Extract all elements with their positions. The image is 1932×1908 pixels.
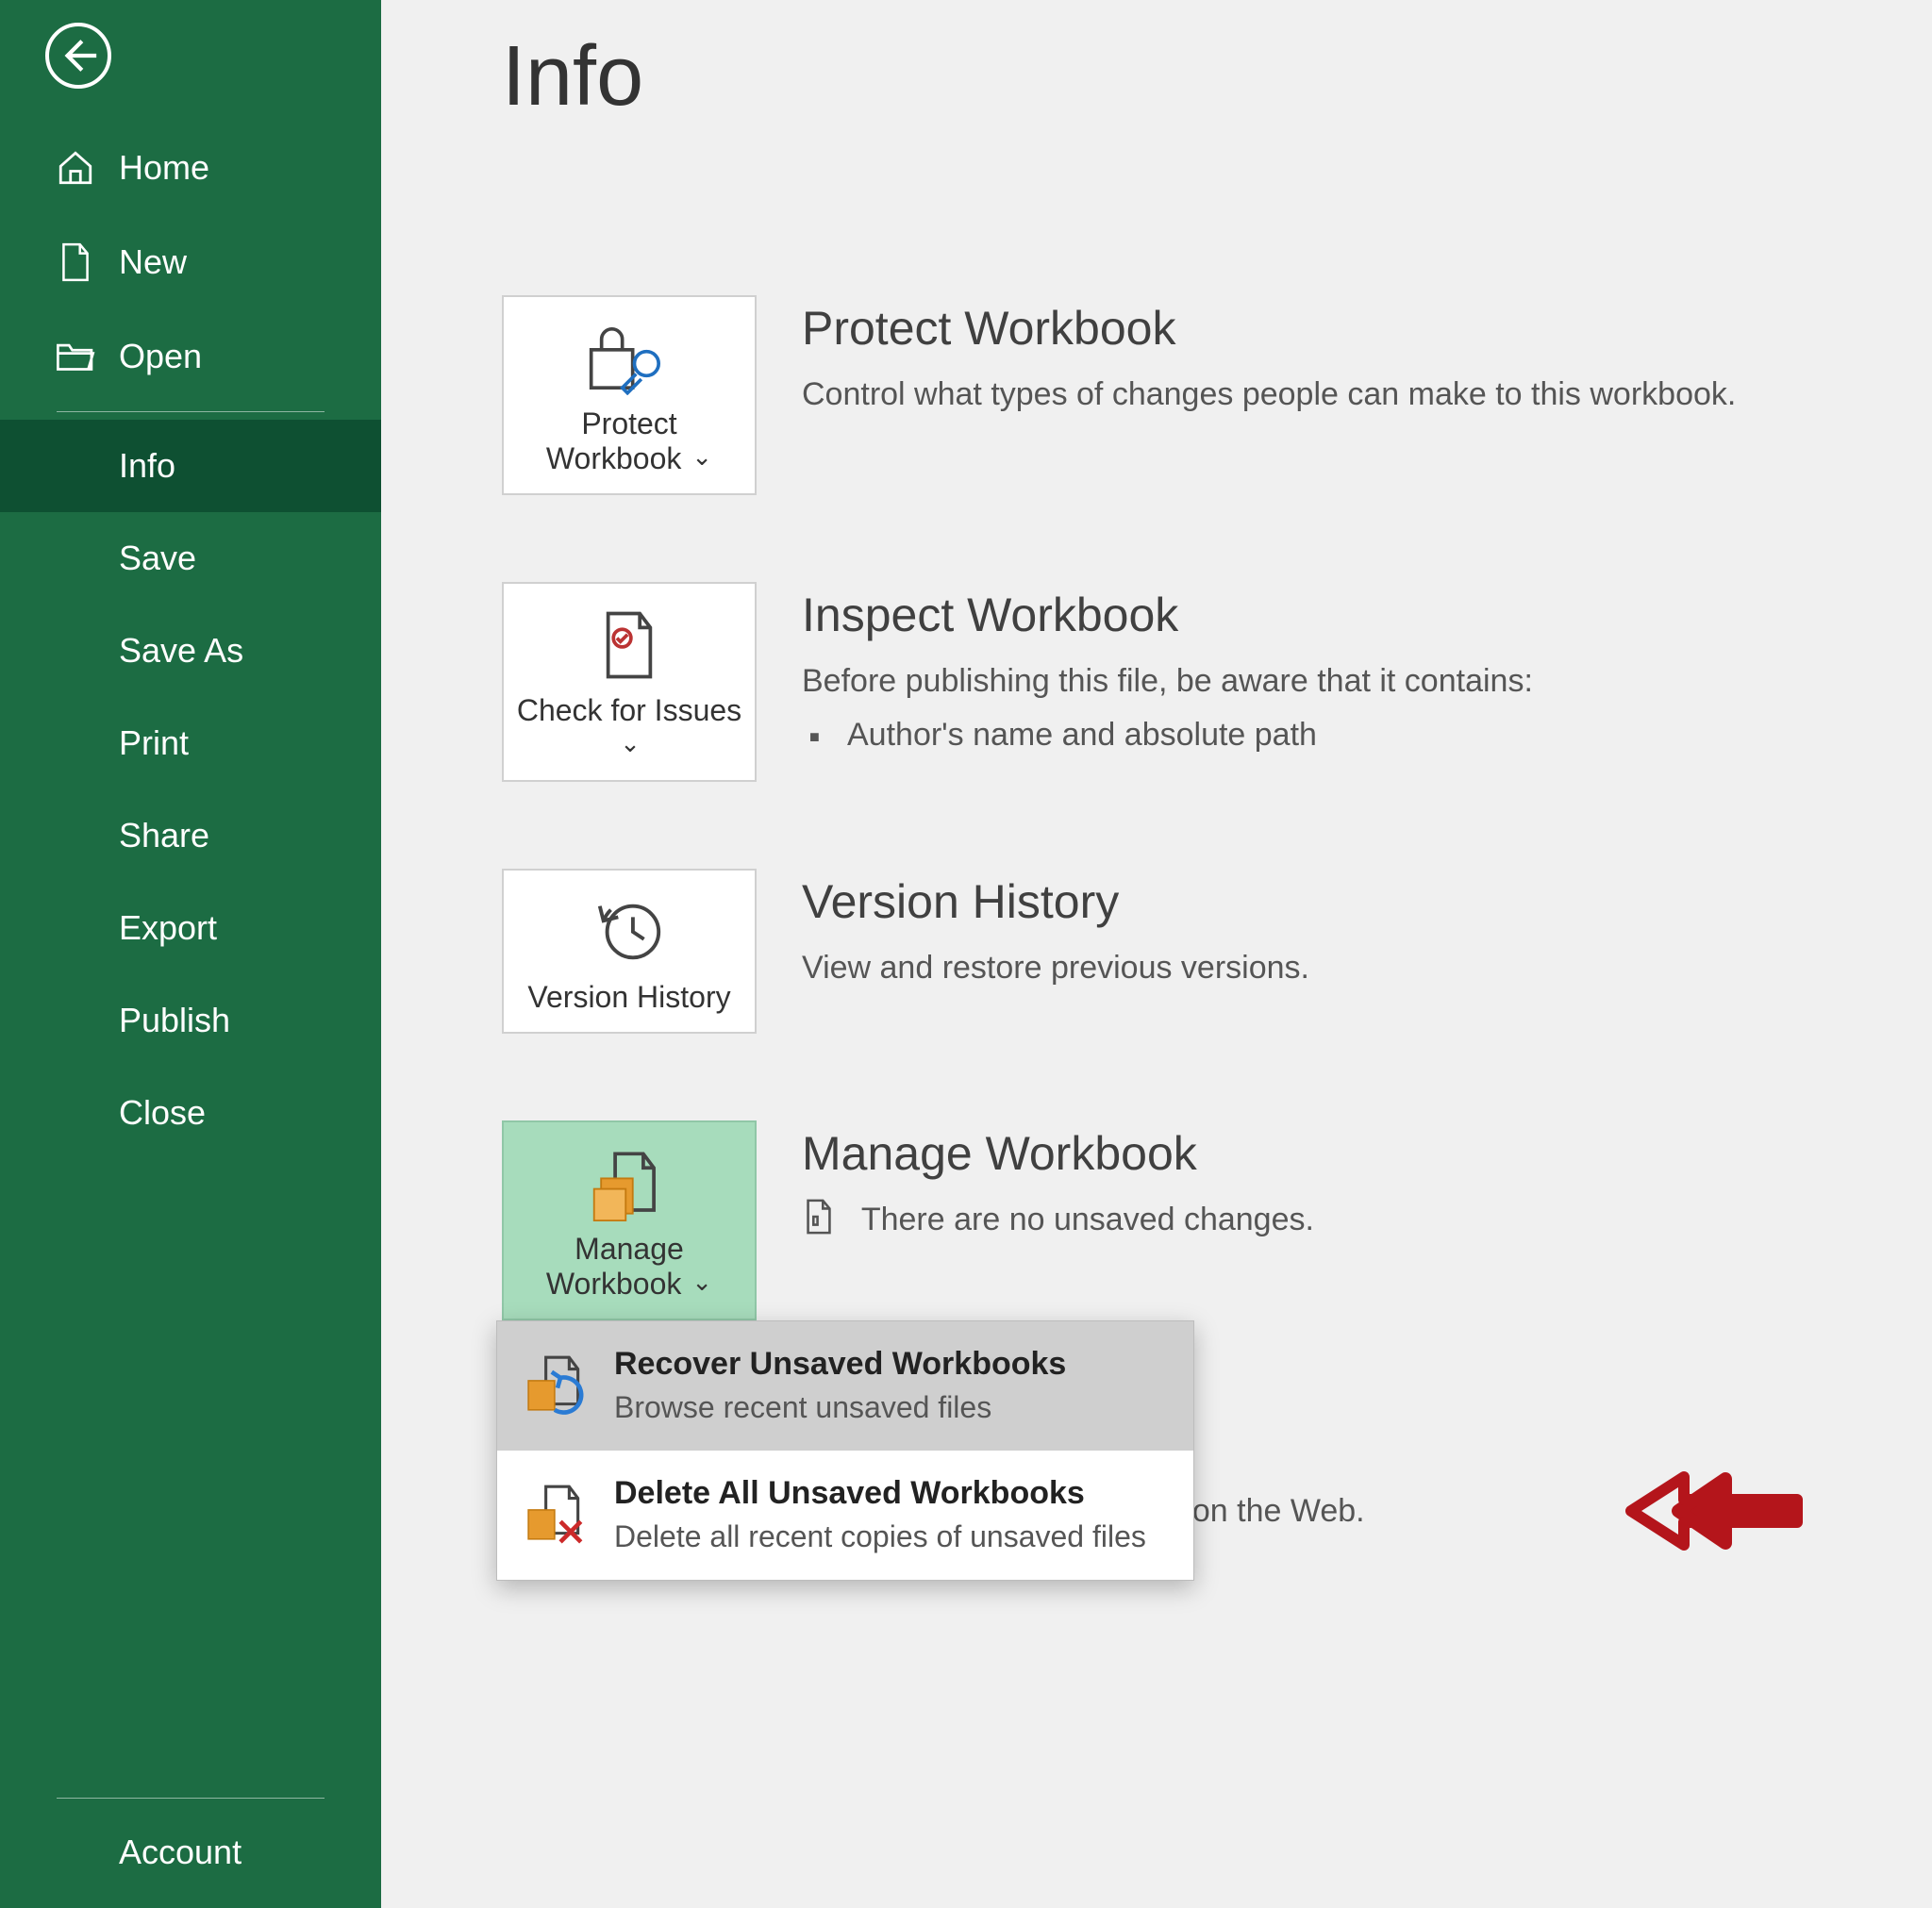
sidebar-label: Save As xyxy=(119,631,243,671)
tile-label: Check for Issues xyxy=(513,693,745,763)
chevron-down-icon xyxy=(618,728,641,762)
section-desc: There are no unsaved changes. xyxy=(802,1196,1365,1244)
sidebar-item-open[interactable]: Open xyxy=(0,309,381,404)
open-folder-icon xyxy=(55,336,96,377)
manage-workbook-menu: Recover Unsaved Workbooks Browse recent … xyxy=(496,1320,1194,1581)
unsaved-doc-icon xyxy=(802,1198,836,1236)
section-heading: Inspect Workbook xyxy=(802,588,1533,642)
section-desc: Before publishing this file, be aware th… xyxy=(802,657,1533,705)
sidebar-label: Open xyxy=(119,337,202,376)
sidebar-label: Share xyxy=(119,816,209,855)
check-issues-tile[interactable]: Check for Issues xyxy=(502,582,757,782)
tile-label: Manage Workbook xyxy=(513,1232,745,1302)
sidebar-label: New xyxy=(119,242,187,282)
delete-unsaved-icon xyxy=(524,1479,591,1547)
tile-label: Version History xyxy=(513,980,745,1015)
sidebar-label: Home xyxy=(119,148,209,188)
section-desc: Control what types of changes people can… xyxy=(802,371,1736,419)
inspect-findings-list: Author's name and absolute path xyxy=(802,717,1533,754)
sidebar-label: Export xyxy=(119,908,217,948)
check-document-icon xyxy=(513,606,745,684)
section-heading: Protect Workbook xyxy=(802,301,1736,356)
lock-key-icon xyxy=(513,320,745,397)
back-button[interactable] xyxy=(45,23,111,89)
sidebar-label: Save xyxy=(119,539,196,578)
section-heading: Version History xyxy=(802,874,1309,929)
workbook-stack-icon xyxy=(513,1145,745,1222)
menu-item-title: Delete All Unsaved Workbooks xyxy=(614,1475,1146,1512)
back-arrow-icon xyxy=(57,34,100,77)
sidebar-item-export[interactable]: Export xyxy=(0,882,381,974)
protect-workbook-tile[interactable]: Protect Workbook xyxy=(502,295,757,495)
section-desc: View and restore previous versions. xyxy=(802,944,1309,992)
divider xyxy=(57,411,325,412)
inspect-workbook-section: Check for Issues Inspect Workbook Before… xyxy=(502,582,1932,782)
sidebar-item-info[interactable]: Info xyxy=(0,420,381,512)
backstage-sidebar: Home New Open Info Save Save As Print xyxy=(0,0,381,1908)
section-heading: Manage Workbook xyxy=(802,1126,1365,1181)
version-history-section: Version History Version History View and… xyxy=(502,869,1932,1034)
sidebar-item-print[interactable]: Print xyxy=(0,697,381,789)
list-item: Author's name and absolute path xyxy=(847,717,1533,754)
history-clock-icon xyxy=(513,893,745,971)
recover-icon xyxy=(524,1350,591,1418)
page-title: Info xyxy=(502,28,1932,125)
sidebar-label: Close xyxy=(119,1093,206,1133)
sidebar-item-save-as[interactable]: Save As xyxy=(0,605,381,697)
sidebar-item-publish[interactable]: Publish xyxy=(0,974,381,1067)
new-doc-icon xyxy=(55,241,96,283)
backstage-main: Info Protect Workbook Protect Workbook C… xyxy=(381,0,1932,1908)
sidebar-item-new[interactable]: New xyxy=(0,215,381,309)
sidebar-item-home[interactable]: Home xyxy=(0,121,381,215)
menu-item-recover-unsaved[interactable]: Recover Unsaved Workbooks Browse recent … xyxy=(497,1321,1193,1451)
divider xyxy=(57,1798,325,1799)
menu-item-delete-unsaved[interactable]: Delete All Unsaved Workbooks Delete all … xyxy=(497,1451,1193,1580)
annotation-arrow-icon xyxy=(1622,1464,1810,1558)
protect-workbook-section: Protect Workbook Protect Workbook Contro… xyxy=(502,295,1932,495)
version-history-tile[interactable]: Version History xyxy=(502,869,757,1034)
sidebar-item-account[interactable]: Account xyxy=(0,1806,381,1899)
home-icon xyxy=(55,147,96,189)
chevron-down-icon xyxy=(690,1267,712,1301)
sidebar-label: Info xyxy=(119,446,175,486)
menu-item-title: Recover Unsaved Workbooks xyxy=(614,1346,1066,1383)
sidebar-label: Publish xyxy=(119,1001,230,1040)
sidebar-item-close[interactable]: Close xyxy=(0,1067,381,1159)
manage-workbook-tile[interactable]: Manage Workbook xyxy=(502,1120,757,1320)
tile-label: Protect Workbook xyxy=(513,406,745,476)
sidebar-label: Print xyxy=(119,723,189,763)
menu-item-desc: Browse recent unsaved files xyxy=(614,1388,1066,1426)
chevron-down-icon xyxy=(690,441,712,475)
menu-item-desc: Delete all recent copies of unsaved file… xyxy=(614,1518,1146,1555)
sidebar-item-share[interactable]: Share xyxy=(0,789,381,882)
sidebar-item-save[interactable]: Save xyxy=(0,512,381,605)
sidebar-label: Account xyxy=(119,1833,242,1872)
